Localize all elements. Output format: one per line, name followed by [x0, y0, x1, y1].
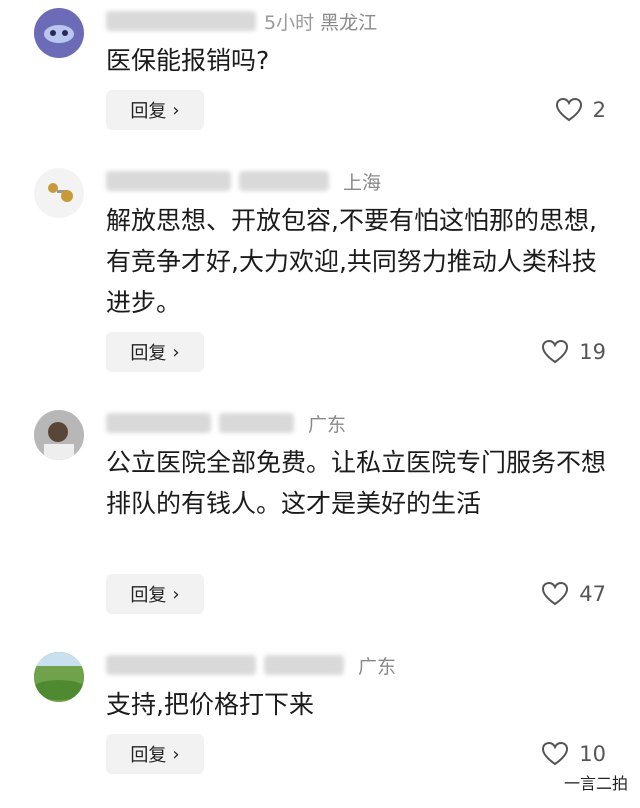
like-count: 10: [579, 742, 606, 766]
comment-meta: 广东: [106, 410, 346, 436]
comment-text: 支持,把价格打下来: [106, 690, 314, 719]
like-button[interactable]: 2: [555, 90, 606, 130]
chevron-right-icon: ›: [172, 743, 180, 765]
chevron-right-icon: ›: [172, 341, 180, 363]
chevron-right-icon: ›: [172, 583, 180, 605]
heart-outline-icon: [555, 97, 582, 122]
comment-text: 公立医院全部免费。让私立医院专门服务不想排队的有钱人。这才是美好的生活: [106, 448, 607, 518]
user-avatar[interactable]: [34, 652, 84, 702]
location-label: 黑龙江: [320, 11, 378, 34]
comment-meta: 5小时 黑龙江: [106, 8, 377, 34]
heart-outline-icon: [542, 339, 569, 364]
user-avatar[interactable]: [34, 8, 84, 58]
comment-meta: 上海: [106, 168, 381, 194]
comment-text: 解放思想、开放包容,不要有怕这怕那的思想,有竞争才好,大力欢迎,共同努力推动人类…: [106, 206, 597, 317]
like-count: 19: [579, 340, 606, 364]
heart-outline-icon: [542, 741, 569, 766]
reply-label: 回复: [130, 343, 167, 364]
like-count: 47: [579, 582, 606, 606]
reply-label: 回复: [130, 101, 167, 122]
reply-label: 回复: [130, 585, 167, 606]
user-avatar[interactable]: [34, 168, 84, 218]
comment-meta: 广东: [106, 652, 396, 678]
comment-text: 医保能报销吗?: [106, 46, 270, 75]
like-button[interactable]: 19: [541, 332, 606, 372]
like-button[interactable]: 10: [541, 734, 606, 774]
time-fragment: 5小时: [264, 11, 315, 34]
heart-outline-icon: [542, 581, 569, 606]
user-avatar[interactable]: [34, 410, 84, 460]
location-label: 广东: [308, 413, 347, 436]
like-button[interactable]: 47: [541, 574, 606, 614]
like-count: 2: [592, 98, 606, 122]
reply-button[interactable]: 回复 ›: [106, 90, 204, 130]
watermark: 一言二拍: [563, 774, 628, 793]
location-label: 广东: [358, 655, 397, 678]
reply-button[interactable]: 回复 ›: [106, 332, 204, 372]
location-label: 上海: [343, 171, 382, 194]
reply-button[interactable]: 回复 ›: [106, 574, 204, 614]
reply-label: 回复: [130, 745, 167, 766]
reply-button[interactable]: 回复 ›: [106, 734, 204, 774]
chevron-right-icon: ›: [172, 99, 180, 121]
